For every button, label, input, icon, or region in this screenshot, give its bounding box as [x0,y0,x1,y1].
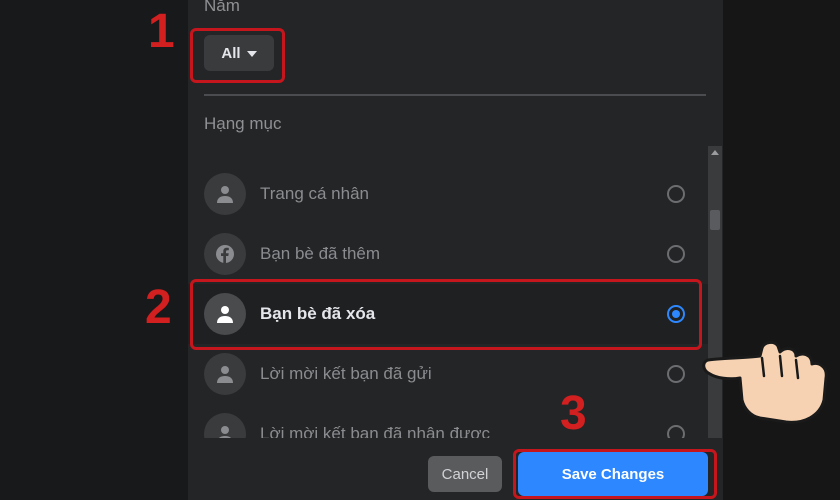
person-icon [204,413,246,438]
category-item-requests-sent[interactable]: Lời mời kết bạn đã gửi [188,344,708,404]
category-item-label: Trang cá nhân [260,184,369,203]
category-label: Hạng mục [204,114,282,133]
category-item-label: Bạn bè đã thêm [260,244,381,263]
radio-button[interactable] [667,185,685,203]
background-left [0,0,188,500]
step-number-3: 3 [560,387,587,440]
category-item-label: Lời mời kết bạn đã nhận được [260,424,491,438]
step-number-1: 1 [148,5,175,58]
divider [204,94,706,96]
pointing-hand-icon [702,340,828,424]
radio-button[interactable] [667,245,685,263]
radio-button[interactable] [667,365,685,383]
highlight-box-year [190,28,285,83]
radio-button[interactable] [667,425,685,438]
highlight-box-save [513,449,717,499]
year-label: Năm [204,0,240,15]
scrollbar-thumb[interactable] [710,210,720,230]
category-item-requests-received[interactable]: Lời mời kết bạn đã nhận được [188,404,708,438]
scroll-up-arrow-icon[interactable] [711,150,719,155]
person-icon [204,173,246,215]
person-icon [204,353,246,395]
category-item-friends-added[interactable]: Bạn bè đã thêm [188,224,708,284]
step-number-2: 2 [145,281,172,334]
highlight-box-category [190,279,702,350]
category-item-profile[interactable]: Trang cá nhân [188,164,708,224]
cancel-button[interactable]: Cancel [428,456,502,492]
category-item-label: Lời mời kết bạn đã gửi [260,364,432,383]
facebook-icon [204,233,246,275]
